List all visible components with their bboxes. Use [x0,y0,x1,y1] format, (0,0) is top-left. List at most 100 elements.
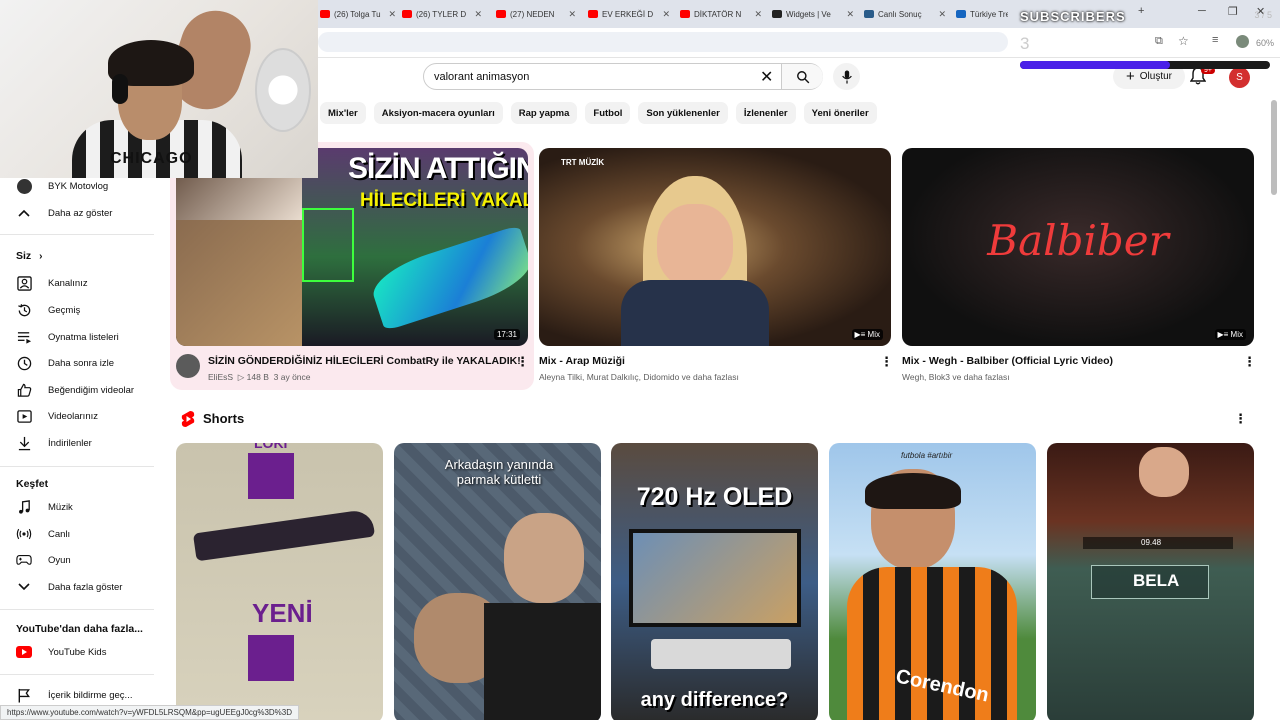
video-meta: EliEsS ▷ 148 B 3 ay önce [208,372,311,382]
thumbnail-headline: SİZİN ATTIĞINIZ [348,152,528,185]
streamer-face-image [1139,447,1189,497]
like-icon [16,382,32,398]
search-button[interactable] [781,64,823,89]
player-hair-image [865,473,961,509]
sidebar-item-your-videos[interactable]: Videolarınız [0,403,160,429]
close-tab-icon[interactable]: ✕ [656,9,670,20]
widget-progress-fill [1020,61,1170,69]
close-tab-icon[interactable]: ✕ [932,9,946,20]
clear-search-icon[interactable]: ✕ [760,67,773,87]
chip-mixes[interactable]: Mix'ler [320,102,366,124]
mix-icon: ▶≡ [854,330,868,339]
person-face-image [504,513,584,603]
address-field[interactable] [318,32,1008,52]
sidebar-item-show-more[interactable]: Daha fazla göster [0,574,160,600]
short-thumbnail[interactable]: Arkadaşın yanında parmak kütletti [394,443,601,720]
sidebar-you-heading[interactable]: Siz › [16,250,43,262]
more-actions-icon[interactable]: ⋮ [516,354,529,370]
more-actions-icon[interactable]: ⋮ [880,354,893,370]
video-duration: 17:31 [493,329,520,340]
short-thumbnail[interactable]: 720 Hz OLED any difference? [611,443,818,720]
channel-avatar-icon [16,178,32,194]
chip-recently-uploaded[interactable]: Son yüklenenler [638,102,728,124]
short-thumbnail[interactable]: LOKI YENİ [176,443,383,720]
sidebar-item-playlists[interactable]: Oynatma listeleri [0,324,160,350]
webcam-overlay: CHICAGO [0,0,318,178]
widget-goal: 3 / 5 [1254,10,1272,20]
shorts-heading: Shorts [203,411,245,426]
video-thumbnail[interactable]: TRT MÜZİK ▶≡ Mix [539,148,891,346]
browser-tab[interactable]: DİKTATÖR N ✕ [680,4,762,24]
voice-search-button[interactable] [833,63,860,90]
close-tab-icon[interactable]: ✕ [748,9,762,20]
sidebar-item-your-channel[interactable]: Kanalınız [0,270,160,296]
page-scrollbar[interactable] [1271,100,1277,195]
video-meta: Wegh, Blok3 ve daha fazlası [902,372,1010,382]
chip-new-to-you[interactable]: Yeni öneriler [803,102,877,124]
short-thumbnail[interactable]: futbola #artıbir Corendon [829,443,1036,720]
chevron-up-icon [16,205,32,221]
widget-percent: 60% [1255,38,1274,48]
browser-tab[interactable]: (26) TYLER D ✕ [402,4,482,24]
sidebar-item-live[interactable]: Canlı [0,521,160,547]
short-bottom-text: any difference? [640,689,789,711]
chip-watched[interactable]: İzlenenler [735,102,796,124]
browser-tab[interactable]: Canlı Sonuç ✕ [864,4,946,24]
sidebar-item-youtube-kids[interactable]: YouTube Kids [0,639,160,665]
your-videos-icon [16,408,32,424]
short-thumbnail[interactable]: 09.48 BELA [1047,443,1254,720]
youtube-favicon-icon [496,10,506,18]
gaming-icon [16,552,32,568]
shorts-more-icon[interactable]: ⋮ [1234,411,1247,427]
browser-tab[interactable]: EV ERKEĞİ D ✕ [588,4,670,24]
short-top-text: futbola #artıbir [901,451,953,460]
more-actions-icon[interactable]: ⋮ [1243,354,1256,370]
browser-tab[interactable]: (27) NEDEN ✕ [496,4,576,24]
sidebar-item-show-less[interactable]: Daha az göster [0,200,160,226]
channel-icon [16,275,32,291]
sidebar-item-downloads[interactable]: İndirilenler [0,430,160,456]
monitor-image [629,529,801,627]
search-box: ✕ [423,63,823,90]
site-favicon-icon [956,10,966,18]
subscribers-widget: SUBSCRIBERS 3 / 5 3 60% [1012,0,1280,76]
close-tab-icon[interactable]: ✕ [840,9,854,20]
chevron-down-icon [16,579,32,595]
mix-badge: ▶≡ Mix [1214,329,1246,340]
history-icon [16,302,32,318]
thumbnail-game-image [176,220,302,346]
close-tab-icon[interactable]: ✕ [468,9,482,20]
sidebar-item-gaming[interactable]: Oyun [0,547,160,573]
sidebar-item-watch-later[interactable]: Daha sonra izle [0,350,160,376]
mix-badge: ▶≡ Mix [851,329,883,340]
chip-action-adventure[interactable]: Aksiyon-macera oyunları [373,102,503,124]
chip-football[interactable]: Futbol [585,102,631,124]
thumbnail-jacket-image [621,280,769,346]
sidebar-item-liked-videos[interactable]: Beğendiğim videolar [0,377,160,403]
download-icon [16,435,32,451]
video-thumbnail[interactable]: Balbiber ▶≡ Mix [902,148,1254,346]
close-tab-icon[interactable]: ✕ [382,9,396,20]
close-tab-icon[interactable]: ✕ [562,9,576,20]
sidebar-item-music[interactable]: Müzik [0,494,160,520]
youtube-kids-icon [16,644,32,660]
search-input[interactable] [434,69,754,85]
live-icon [16,526,32,542]
thumbnail-target-box [302,208,354,282]
channel-avatar[interactable] [176,354,200,378]
sidebar-item-history[interactable]: Geçmiş [0,297,160,323]
person-shirt-image [484,603,601,720]
browser-tab[interactable]: (26) Tolga Tu ✕ [320,4,396,24]
widget-count: 3 [1020,34,1030,53]
short-mid-text: YENİ [252,598,313,628]
video-title[interactable]: SİZİN GÖNDERDİĞİNİZ HİLECİLERİ CombatRy … [208,355,521,367]
browser-tab[interactable]: Widgets | Ve ✕ [772,4,854,24]
shirt-text: CHICAGO [110,150,193,167]
browser-tab[interactable]: Türkiye Tre [956,4,1008,24]
purple-square-image [248,635,294,681]
video-title[interactable]: Mix - Arap Müziği [539,355,625,367]
youtube-favicon-icon [680,10,690,18]
chip-rap[interactable]: Rap yapma [510,102,578,124]
video-title[interactable]: Mix - Wegh - Balbiber (Official Lyric Vi… [902,355,1113,367]
thumbnail-face-image [657,204,733,288]
